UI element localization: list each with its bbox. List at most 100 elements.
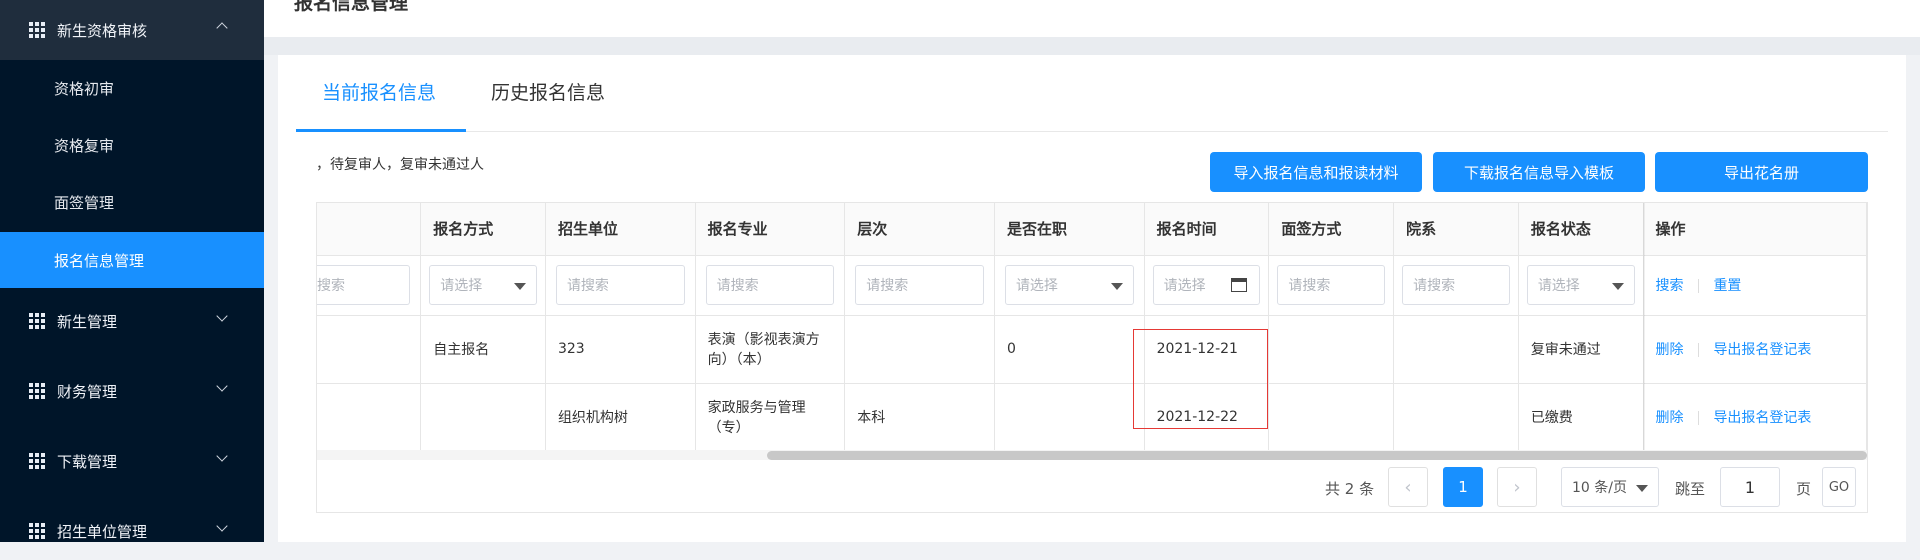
filter-input[interactable]: 搜索 xyxy=(317,265,411,305)
tabs-divider xyxy=(296,131,1888,132)
export-form-link[interactable]: 导出报名登记表 xyxy=(1713,410,1811,426)
nav-group-student-management[interactable]: 新生管理 xyxy=(0,292,264,350)
caret-down-icon xyxy=(1611,283,1624,290)
page-unit-label: 页 xyxy=(1796,480,1812,498)
column-header-level: 层次 xyxy=(844,203,995,256)
table-cell: 组织机构树 xyxy=(545,383,696,452)
date-picker[interactable]: 请选择 xyxy=(1152,265,1261,305)
jump-page-input[interactable]: 1 xyxy=(1720,467,1780,507)
table-cell: 自主报名 xyxy=(420,315,546,384)
table-cell: 家政服务与管理（专） xyxy=(695,383,846,452)
level-search-input[interactable]: 请搜索 xyxy=(855,265,984,305)
column-header-employed: 是否在职 xyxy=(994,203,1145,256)
import-registration-button[interactable]: 导入报名信息和报读材料 xyxy=(1210,152,1422,192)
prev-page-button[interactable]: ‹ xyxy=(1388,467,1428,507)
column-header-interview: 面签方式 xyxy=(1268,203,1395,256)
fixed-column-shadow xyxy=(1643,203,1645,450)
tab-history-registration[interactable]: 历史报名信息 xyxy=(491,78,605,105)
column-header-method: 报名方式 xyxy=(420,203,546,256)
unit-search-input[interactable]: 请搜索 xyxy=(555,265,685,305)
nav-group-download[interactable]: 下载管理 xyxy=(0,432,264,490)
page-size-select[interactable]: 10 条/页 xyxy=(1561,467,1659,507)
horizontal-scrollbar-thumb[interactable] xyxy=(767,451,1867,460)
table-cell xyxy=(317,315,422,384)
caret-down-icon xyxy=(1636,485,1648,492)
header-divider xyxy=(264,37,1920,55)
column-header-department: 院系 xyxy=(1393,203,1519,256)
major-search-input[interactable]: 请搜索 xyxy=(705,265,835,305)
column-header-date: 报名时间 xyxy=(1144,203,1270,256)
delete-link[interactable]: 删除 xyxy=(1656,342,1684,358)
page-scrollbar[interactable] xyxy=(1906,55,1920,542)
download-template-button[interactable]: 下载报名信息导入模板 xyxy=(1433,152,1645,192)
jump-label: 跳至 xyxy=(1675,480,1706,498)
chevron-down-icon xyxy=(216,310,228,322)
status-select[interactable]: 请选择 xyxy=(1526,265,1635,305)
table-cell xyxy=(317,383,422,452)
nav-group-label: 下载管理 xyxy=(57,452,118,471)
page-title: 报名信息管理 xyxy=(294,0,409,14)
chevron-down-icon xyxy=(216,450,228,462)
link-separator xyxy=(1697,411,1699,425)
chevron-down-icon xyxy=(216,380,228,392)
table-cell: 表演（影视表演方向）（本） xyxy=(695,315,846,384)
method-select[interactable]: 请选择 xyxy=(429,265,537,305)
nav-group-finance[interactable]: 财务管理 xyxy=(0,362,264,420)
grid-icon xyxy=(29,22,45,38)
column-header-unit: 招生单位 xyxy=(545,203,696,256)
table-cell xyxy=(994,383,1145,452)
table-cell xyxy=(420,383,546,452)
sidebar-item-interview[interactable]: 面签管理 xyxy=(0,174,264,230)
nav-group-label: 新生资格审核 xyxy=(57,21,148,40)
table-cell: 323 xyxy=(545,315,696,384)
chevron-up-icon xyxy=(216,22,228,34)
sidebar: 新生资格审核 资格初审 资格复审 面签管理 报名信息管理 新生管理 财务管理 下… xyxy=(0,0,264,542)
sidebar-item-registration-info[interactable]: 报名信息管理 xyxy=(0,232,264,288)
chevron-down-icon xyxy=(216,520,228,532)
employed-select[interactable]: 请选择 xyxy=(1004,265,1134,305)
caret-down-icon xyxy=(1110,283,1123,290)
column-header xyxy=(317,203,422,256)
go-button[interactable]: GO xyxy=(1822,467,1856,507)
table-cell xyxy=(1268,315,1395,384)
calendar-icon xyxy=(1231,278,1248,292)
nav-group-label: 招生单位管理 xyxy=(57,522,148,541)
table-cell: 已缴费 xyxy=(1518,383,1644,452)
nav-group-enrollment-unit[interactable]: 招生单位管理 xyxy=(0,502,264,560)
export-roster-button[interactable]: 导出花名册 xyxy=(1655,152,1868,192)
table-cell-actions: 删除 导出报名登记表 xyxy=(1643,383,1867,452)
pagination-total: 共 2 条 xyxy=(1325,480,1375,498)
next-page-button[interactable]: › xyxy=(1497,467,1537,507)
table-cell xyxy=(844,315,995,384)
delete-link[interactable]: 删除 xyxy=(1656,410,1684,426)
nav-group-label: 新生管理 xyxy=(57,312,118,331)
nav-group-label: 财务管理 xyxy=(57,382,118,401)
table-cell: 本科 xyxy=(844,383,995,452)
page-header xyxy=(264,0,1920,37)
nav-group-qualification[interactable]: 新生资格审核 xyxy=(0,0,264,60)
table-row: 自主报名 323 表演（影视表演方向）（本） 0 2021-12-21 复审未通… xyxy=(317,315,1867,384)
filter-hint-text: ，待复审人，复审未通过人 xyxy=(316,157,484,173)
table-cell: 复审未通过 xyxy=(1518,315,1644,384)
page-number-button[interactable]: 1 xyxy=(1443,467,1483,507)
sidebar-item-re-review[interactable]: 资格复审 xyxy=(0,117,264,173)
grid-icon xyxy=(29,313,45,329)
search-link[interactable]: 搜索 xyxy=(1656,278,1684,294)
chevron-right-icon: › xyxy=(1513,476,1521,498)
caret-down-icon xyxy=(513,283,526,290)
sidebar-item-initial-review[interactable]: 资格初审 xyxy=(0,60,264,116)
department-search-input[interactable]: 请搜索 xyxy=(1402,265,1510,305)
export-form-link[interactable]: 导出报名登记表 xyxy=(1713,342,1811,358)
grid-icon xyxy=(29,383,45,399)
grid-icon xyxy=(29,453,45,469)
table-cell xyxy=(1268,383,1395,452)
table-header-row: 报名方式 招生单位 报名专业 层次 是否在职 报名时间 面签方式 院系 报名状态… xyxy=(317,203,1867,256)
column-header-major: 报名专业 xyxy=(695,203,846,256)
date-highlight-box xyxy=(1133,329,1268,429)
grid-icon xyxy=(29,523,45,539)
table-row: 组织机构树 家政服务与管理（专） 本科 2021-12-22 已缴费 删除 导出… xyxy=(317,383,1867,452)
tab-current-registration[interactable]: 当前报名信息 xyxy=(322,78,436,105)
interview-search-input[interactable]: 请搜索 xyxy=(1277,265,1386,305)
link-separator xyxy=(1697,343,1699,357)
reset-link[interactable]: 重置 xyxy=(1713,278,1741,294)
